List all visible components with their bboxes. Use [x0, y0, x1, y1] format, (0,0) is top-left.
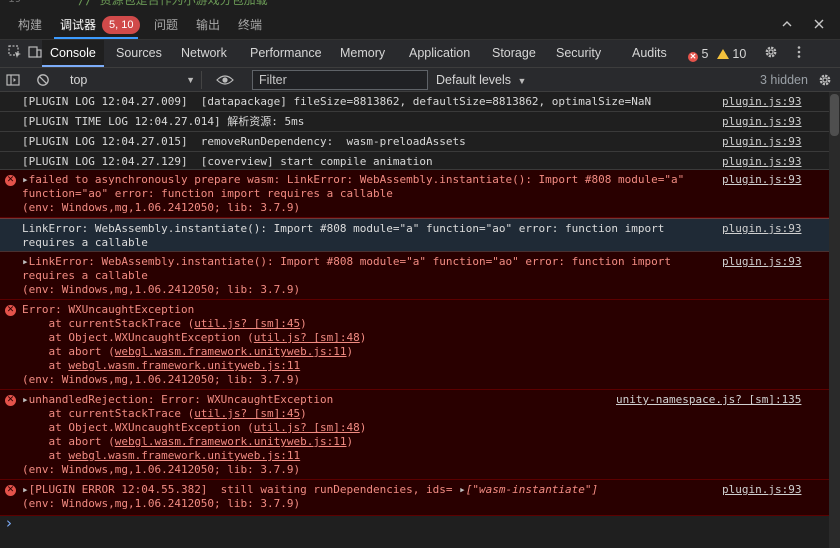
- console-message: [PLUGIN TIME LOG 12:04.27.014] 解析资源: 5ms…: [0, 112, 829, 132]
- console-settings-gear-icon[interactable]: [818, 71, 832, 89]
- source-link[interactable]: plugin.js:93: [722, 155, 801, 169]
- error-message[interactable]: ▸LinkError: WebAssembly.instantiate(): I…: [22, 255, 671, 297]
- warning-icon: [716, 49, 729, 59]
- console-prompt[interactable]: ›: [0, 516, 829, 548]
- stack-link[interactable]: util.js? [sm]:48: [254, 421, 360, 434]
- error-icon: ✕: [5, 175, 16, 186]
- console-error-selected: LinkError: WebAssembly.instantiate(): Im…: [0, 218, 829, 252]
- error-message[interactable]: ▸failed to asynchronously prepare wasm: …: [22, 173, 684, 215]
- error-icon: ✕: [5, 485, 16, 496]
- array-value: ["wasm-instantiate"]: [465, 483, 599, 496]
- tab-security[interactable]: Security: [548, 40, 609, 67]
- stack-link[interactable]: webgl.wasm.framework.unityweb.js:11: [115, 435, 347, 448]
- close-icon[interactable]: [810, 16, 828, 34]
- console-toolbar: top ▼ Default levels ▼ 3 hidden: [0, 68, 840, 92]
- stack-link[interactable]: util.js? [sm]:45: [194, 317, 300, 330]
- code-editor-peek: 19 // 资源包是否作为小游戏分包加载: [0, 0, 840, 8]
- expand-triangle-icon[interactable]: ▸: [22, 173, 29, 186]
- console-message: [PLUGIN LOG 12:04.27.129] [coverview] st…: [0, 152, 829, 170]
- log-levels-label: Default levels: [436, 73, 512, 87]
- caret-down-icon: ▼: [517, 76, 527, 86]
- message-text: [PLUGIN LOG 12:04.27.129] [coverview] st…: [22, 155, 433, 168]
- gear-icon[interactable]: [762, 45, 780, 63]
- stack-link[interactable]: util.js? [sm]:48: [254, 331, 360, 344]
- clear-console-icon[interactable]: [36, 71, 50, 89]
- tab-audits[interactable]: Audits: [624, 40, 675, 67]
- message-text: [PLUGIN LOG 12:04.27.009] [datapackage] …: [22, 95, 652, 108]
- more-options-icon[interactable]: [790, 45, 808, 63]
- tab-problems[interactable]: 问题: [154, 16, 178, 34]
- stack-link[interactable]: webgl.wasm.framework.unityweb.js:11: [68, 359, 300, 372]
- source-link[interactable]: plugin.js:93: [722, 255, 801, 269]
- source-link[interactable]: plugin.js:93: [722, 115, 801, 129]
- expand-triangle-icon[interactable]: ▸: [459, 483, 466, 496]
- console-error: ✕ ▸[PLUGIN ERROR 12:04.55.382] still wai…: [0, 480, 829, 516]
- devtools-tab-bar: Console Sources Network Performance Memo…: [0, 40, 840, 68]
- tab-debugger[interactable]: 调试器: [60, 16, 96, 34]
- tab-sources[interactable]: Sources: [108, 40, 170, 67]
- inspect-element-icon[interactable]: [6, 45, 24, 63]
- tab-memory[interactable]: Memory: [332, 40, 393, 67]
- console-scrollbar[interactable]: [829, 92, 840, 548]
- stack-link[interactable]: webgl.wasm.framework.unityweb.js:11: [68, 449, 300, 462]
- active-tab-underline: [54, 37, 138, 39]
- source-link[interactable]: plugin.js:93: [722, 222, 801, 236]
- caret-down-icon: ▼: [186, 75, 195, 85]
- code-line-text: // 资源包是否作为小游戏分包加载: [78, 0, 268, 7]
- expand-triangle-icon[interactable]: ▸: [22, 483, 29, 496]
- error-message[interactable]: ▸[PLUGIN ERROR 12:04.55.382] still waiti…: [22, 483, 598, 511]
- stack-link[interactable]: webgl.wasm.framework.unityweb.js:11: [115, 345, 347, 358]
- tab-storage[interactable]: Storage: [484, 40, 544, 67]
- message-text: [PLUGIN LOG 12:04.27.015] removeRunDepen…: [22, 135, 466, 148]
- message-text: [PLUGIN TIME LOG 12:04.27.014] 解析资源: 5ms: [22, 115, 305, 128]
- tab-console[interactable]: Console: [42, 40, 104, 67]
- console-error: ✕ Error: WXUncaughtException at currentS…: [0, 300, 829, 390]
- console-error: ✕ ▸unhandledRejection: Error: WXUncaught…: [0, 390, 829, 480]
- tab-output[interactable]: 输出: [196, 16, 220, 34]
- warning-count: 10: [732, 47, 747, 61]
- error-stack: ▸unhandledRejection: Error: WXUncaughtEx…: [22, 393, 367, 476]
- console-messages: [PLUGIN LOG 12:04.27.009] [datapackage] …: [0, 92, 840, 548]
- error-icon: ✕: [5, 395, 16, 406]
- tab-build[interactable]: 构建: [18, 16, 42, 34]
- error-count: 5: [701, 47, 709, 61]
- console-message: [PLUGIN LOG 12:04.27.015] removeRunDepen…: [0, 132, 829, 152]
- error-icon: ✕: [688, 52, 698, 62]
- sidebar-toggle-icon[interactable]: [6, 71, 20, 89]
- source-link[interactable]: unity-namespace.js? [sm]:135: [616, 393, 801, 407]
- ide-panel-tabs: 19 // 资源包是否作为小游戏分包加载 构建 调试器 5, 10 问题 输出 …: [0, 0, 840, 40]
- console-error: ✕ ▸failed to asynchronously prepare wasm…: [0, 170, 829, 218]
- tab-application[interactable]: Application: [401, 40, 478, 67]
- issue-counter[interactable]: ✕ 5 10: [688, 47, 746, 62]
- expand-triangle-icon[interactable]: ▸: [22, 255, 29, 268]
- source-link[interactable]: plugin.js:93: [722, 173, 801, 187]
- tab-terminal[interactable]: 终端: [238, 16, 262, 34]
- prompt-chevron-icon: ›: [6, 514, 12, 532]
- tab-network[interactable]: Network: [173, 40, 235, 67]
- eye-icon[interactable]: [216, 71, 234, 89]
- expand-triangle-icon[interactable]: ▸: [22, 393, 29, 406]
- context-selector[interactable]: top ▼: [62, 71, 202, 89]
- filter-input[interactable]: [252, 70, 428, 90]
- source-link[interactable]: plugin.js:93: [722, 483, 801, 497]
- code-line-number: 19: [8, 0, 21, 5]
- tab-performance[interactable]: Performance: [242, 40, 330, 67]
- error-stack: Error: WXUncaughtException at currentSta…: [22, 303, 367, 386]
- error-message[interactable]: LinkError: WebAssembly.instantiate(): Im…: [22, 222, 664, 250]
- source-link[interactable]: plugin.js:93: [722, 95, 801, 109]
- debugger-error-badge: 5, 10: [102, 16, 141, 34]
- console-error: ▸LinkError: WebAssembly.instantiate(): I…: [0, 252, 829, 300]
- hidden-count: 3 hidden: [760, 73, 808, 87]
- source-link[interactable]: plugin.js:93: [722, 135, 801, 149]
- chevron-up-icon[interactable]: [778, 16, 796, 34]
- console-message: [PLUGIN LOG 12:04.27.009] [datapackage] …: [0, 92, 829, 112]
- scrollbar-thumb[interactable]: [830, 94, 839, 136]
- error-icon: ✕: [5, 305, 16, 316]
- stack-link[interactable]: util.js? [sm]:45: [194, 407, 300, 420]
- context-value: top: [70, 73, 88, 87]
- log-levels-dropdown[interactable]: Default levels ▼: [436, 71, 526, 89]
